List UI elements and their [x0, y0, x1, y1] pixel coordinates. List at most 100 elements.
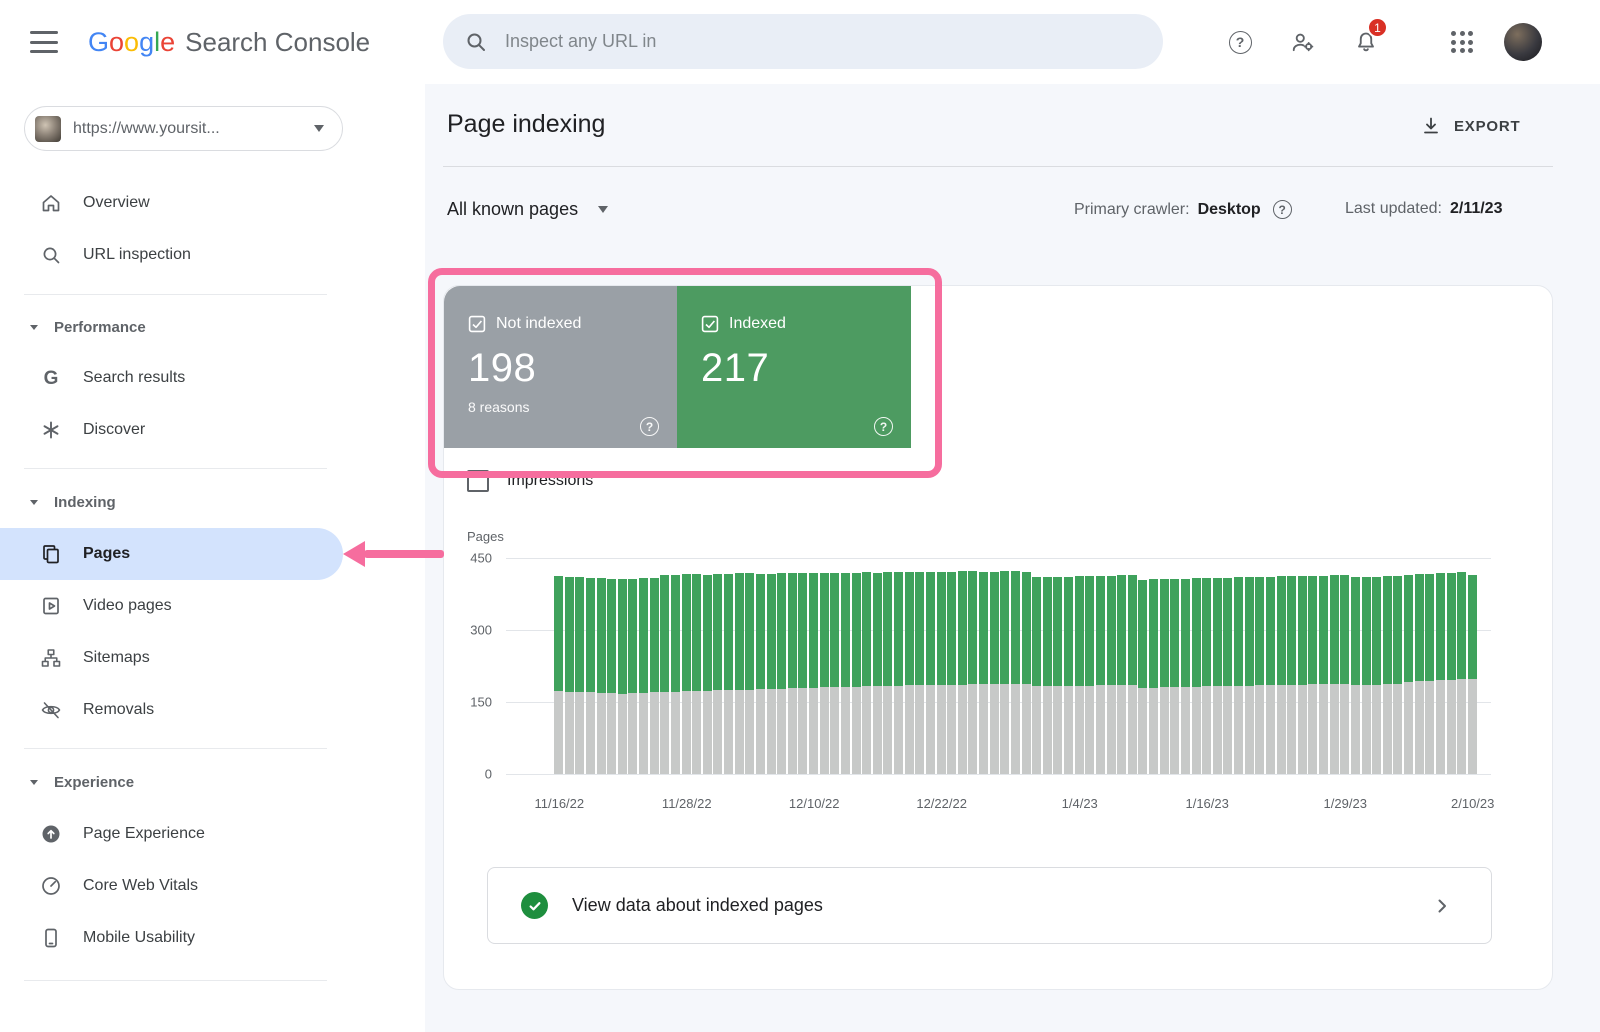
chart-bar[interactable]: [745, 573, 754, 774]
chart-bar[interactable]: [1255, 577, 1264, 774]
chart-bar[interactable]: [1032, 577, 1041, 774]
chart-bar[interactable]: [1075, 576, 1084, 774]
url-inspect-searchbar[interactable]: [443, 14, 1163, 69]
not-indexed-card[interactable]: Not indexed 198 8 reasons ?: [444, 286, 677, 448]
chart-bar[interactable]: [979, 572, 988, 774]
chart-bar[interactable]: [926, 572, 935, 774]
chart-bar[interactable]: [1330, 575, 1339, 774]
chart-bar[interactable]: [1181, 579, 1190, 774]
chart-bar[interactable]: [1000, 571, 1009, 774]
chart-bar[interactable]: [873, 573, 882, 774]
chart-bar[interactable]: [809, 573, 818, 774]
chart-bar[interactable]: [639, 578, 648, 774]
chart-bar[interactable]: [883, 572, 892, 774]
chart-bar[interactable]: [968, 571, 977, 774]
chart-bar[interactable]: [1340, 575, 1349, 774]
chart-bar[interactable]: [692, 574, 701, 774]
chart-bar[interactable]: [618, 579, 627, 774]
chart-bar[interactable]: [1393, 576, 1402, 774]
chart-bar[interactable]: [1415, 574, 1424, 774]
chart-bar[interactable]: [1011, 571, 1020, 774]
chart-bar[interactable]: [1351, 577, 1360, 774]
export-button[interactable]: EXPORT: [1420, 108, 1520, 144]
notifications-button[interactable]: 1: [1346, 22, 1386, 62]
chart-bar[interactable]: [1170, 579, 1179, 774]
chart-bar[interactable]: [1107, 576, 1116, 774]
chart-bar[interactable]: [628, 579, 637, 774]
chart-bar[interactable]: [575, 577, 584, 774]
avatar[interactable]: [1504, 23, 1542, 61]
chart-bar[interactable]: [1223, 578, 1232, 774]
chart-bar[interactable]: [756, 574, 765, 774]
chart-bar[interactable]: [937, 572, 946, 774]
chart-bar[interactable]: [1457, 572, 1466, 774]
chart-bar[interactable]: [1287, 576, 1296, 774]
chart-bar[interactable]: [1064, 577, 1073, 774]
chart-bar[interactable]: [724, 574, 733, 774]
chart-bar[interactable]: [852, 573, 861, 774]
chart-bar[interactable]: [1468, 575, 1477, 774]
chart-bar[interactable]: [650, 578, 659, 774]
section-indexing[interactable]: Indexing: [0, 479, 343, 525]
chart-bar[interactable]: [554, 576, 563, 774]
chart-bar[interactable]: [1234, 577, 1243, 774]
menu-icon[interactable]: [30, 31, 58, 53]
chart-bar[interactable]: [1447, 573, 1456, 774]
chart-bar[interactable]: [1160, 579, 1169, 774]
section-experience[interactable]: Experience: [0, 759, 343, 805]
chart-bar[interactable]: [671, 575, 680, 774]
help-icon[interactable]: ?: [640, 417, 659, 436]
chart-bar[interactable]: [947, 572, 956, 774]
sidebar-item-mobile-usability[interactable]: Mobile Usability: [0, 912, 343, 964]
chart-bar[interactable]: [905, 572, 914, 774]
impressions-checkbox[interactable]: [467, 470, 489, 492]
chart-bar[interactable]: [1085, 576, 1094, 774]
sidebar-item-discover[interactable]: Discover: [0, 404, 343, 456]
chart-bar[interactable]: [894, 572, 903, 774]
chart-bar[interactable]: [958, 571, 967, 774]
chart-bar[interactable]: [841, 573, 850, 774]
chart-bar[interactable]: [565, 577, 574, 774]
chart-bar[interactable]: [1404, 575, 1413, 774]
chart-bar[interactable]: [597, 578, 606, 774]
chart-bar[interactable]: [735, 573, 744, 774]
indexed-card[interactable]: Indexed 217 ?: [677, 286, 911, 448]
chart-bar[interactable]: [1362, 577, 1371, 774]
property-selector[interactable]: https://www.yoursit...: [24, 106, 343, 151]
chart-bar[interactable]: [1319, 576, 1328, 774]
chart-bar[interactable]: [1245, 577, 1254, 774]
chart-bar[interactable]: [607, 579, 616, 774]
chart-bar[interactable]: [1117, 575, 1126, 774]
chart-bar[interactable]: [1149, 579, 1158, 774]
chart-bar[interactable]: [586, 578, 595, 774]
sidebar-item-core-web-vitals[interactable]: Core Web Vitals: [0, 860, 343, 912]
chart-bar[interactable]: [1213, 578, 1222, 774]
sidebar-item-video-pages[interactable]: Video pages: [0, 580, 343, 632]
help-icon[interactable]: ?: [1273, 200, 1292, 219]
chart-bar[interactable]: [788, 573, 797, 774]
chart-bar[interactable]: [1425, 574, 1434, 774]
help-icon[interactable]: ?: [874, 417, 893, 436]
sidebar-item-overview[interactable]: Overview: [0, 177, 343, 229]
sidebar-item-sitemaps[interactable]: Sitemaps: [0, 632, 343, 684]
chart-bar[interactable]: [1192, 578, 1201, 774]
sidebar-item-removals[interactable]: Removals: [0, 684, 343, 736]
chart-bar[interactable]: [1298, 576, 1307, 774]
help-button[interactable]: ?: [1220, 22, 1260, 62]
impressions-toggle[interactable]: Impressions: [467, 470, 593, 492]
sidebar-item-page-experience[interactable]: Page Experience: [0, 808, 343, 860]
chart-bar[interactable]: [830, 573, 839, 774]
chart-bar[interactable]: [1372, 577, 1381, 774]
chart-bar[interactable]: [777, 573, 786, 774]
apps-button[interactable]: [1442, 22, 1482, 62]
chart-bar[interactable]: [1383, 576, 1392, 774]
chart-bar[interactable]: [767, 574, 776, 774]
chart-bar[interactable]: [820, 573, 829, 774]
sidebar-item-url-inspection[interactable]: URL inspection: [0, 229, 343, 281]
chart-bar[interactable]: [682, 574, 691, 774]
sidebar-item-search-results[interactable]: G Search results: [0, 352, 343, 404]
chart-bar[interactable]: [990, 572, 999, 774]
chart-bar[interactable]: [1128, 575, 1137, 774]
chart-bar[interactable]: [1043, 577, 1052, 774]
chart-bar[interactable]: [915, 572, 924, 774]
